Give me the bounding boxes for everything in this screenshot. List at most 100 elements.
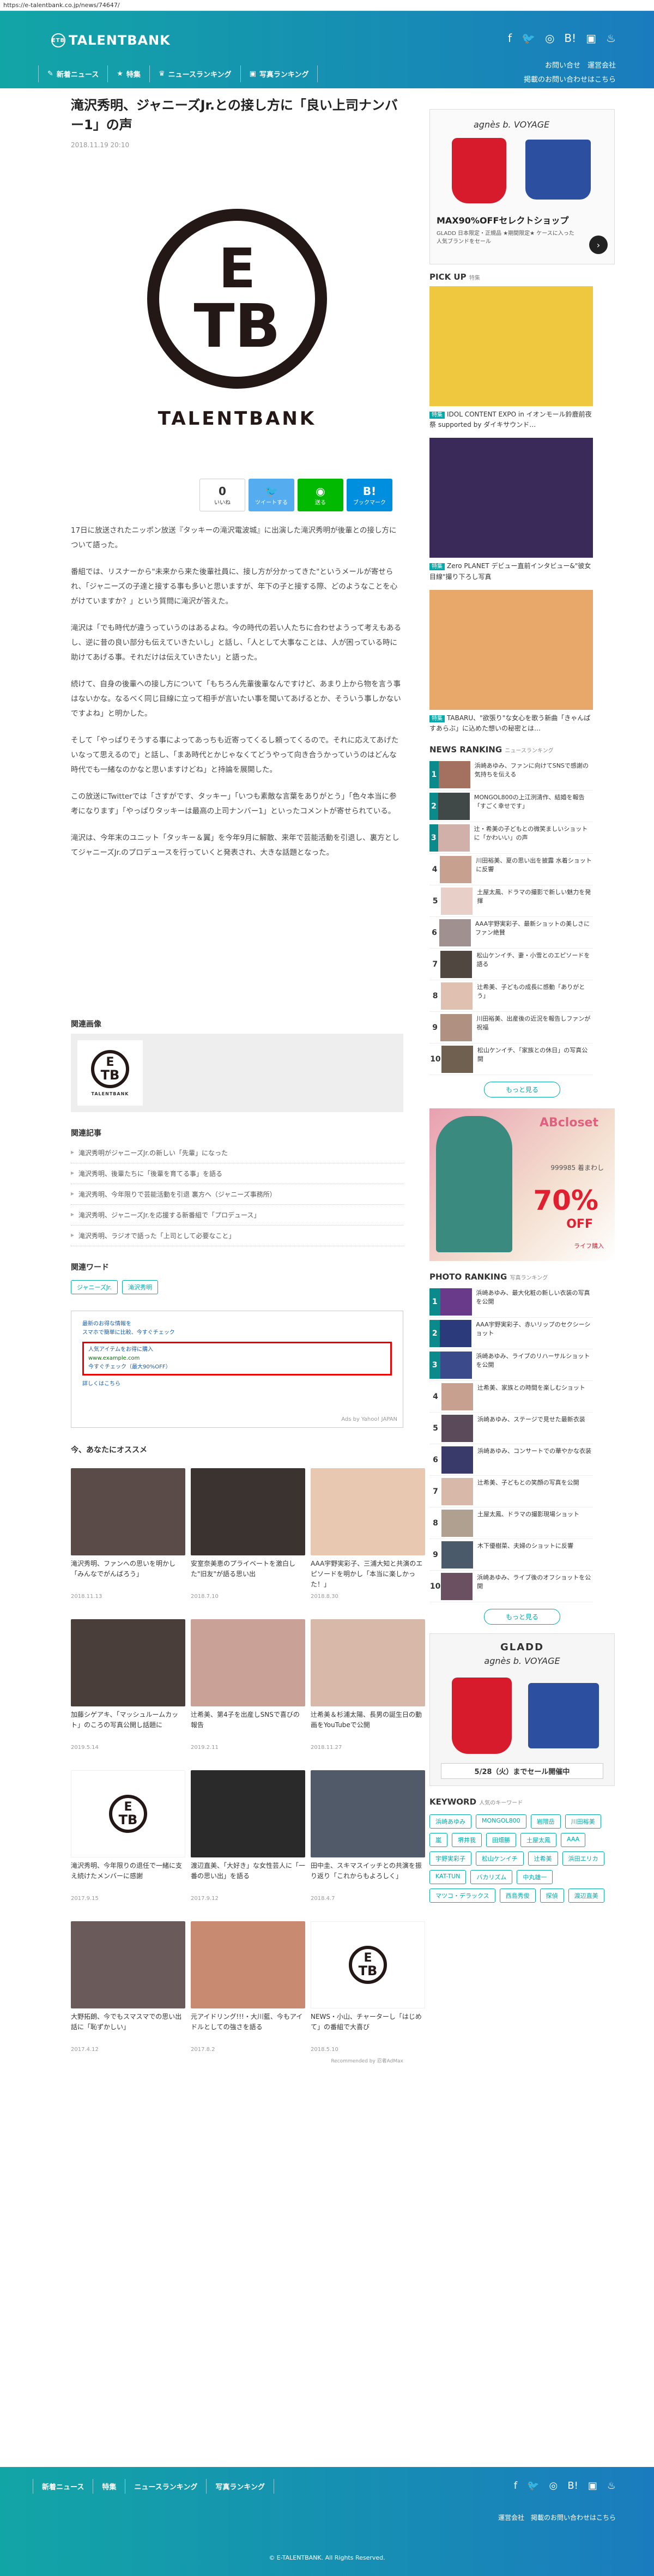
footer-links[interactable]: 運営会社 掲載のお問い合わせはこちら [498, 2513, 616, 2522]
ranking-item[interactable]: 9 木下優樹菜、夫婦のショットに反響 [429, 1539, 593, 1571]
keyword-tag[interactable]: 松山ケンイチ [476, 1851, 524, 1866]
recommend-title[interactable]: 田中圭、スキマスイッチとの共演を振り返り「これからもよろしく」 [311, 1861, 425, 1892]
recommend-title[interactable]: AAA宇野実彩子、三浦大知と共演のエピソードを明かし「本当に楽しかった！」 [311, 1559, 425, 1590]
contact-link[interactable]: お問い合せ [545, 62, 580, 70]
recommend-title[interactable]: 渡辺直美、「大好き」な女性芸人に「一番の思い出」を語る [191, 1861, 305, 1892]
ranking-item[interactable]: 7 辻希美、子どもとの笑顔の写真を公開 [429, 1476, 593, 1508]
recommend-title[interactable]: 安室奈美恵のプライベートを激白した"旧友"が語る思い出 [191, 1559, 305, 1590]
line-icon[interactable]: ▣ [586, 32, 596, 45]
nav-news-ranking[interactable]: ♛ ニュースランキング [150, 65, 241, 82]
recommend-title[interactable]: 滝沢秀明、今年限りの退任で一緒に支え続けたメンバーに感謝 [71, 1861, 185, 1892]
keyword-tag[interactable]: 嵐 [429, 1833, 447, 1848]
keyword-tag[interactable]: 川田裕美 [565, 1814, 601, 1829]
keyword-tag[interactable]: AAA [561, 1833, 586, 1848]
ranking-item[interactable]: 3 辻・希美の子どもとの微笑ましいショットに「かわいい」の声 [429, 822, 593, 854]
company-link[interactable]: 運営会社 [588, 62, 616, 70]
keyword-tag[interactable]: バカリズム [470, 1870, 513, 1885]
recommend-title[interactable]: 辻希美、第4子を出産しSNSで喜びの報告 [191, 1710, 305, 1741]
ranking-item[interactable]: 1 浜崎あゆみ、ファンに向けてSNSで感謝の気持ちを伝える [429, 759, 593, 791]
feedly-icon[interactable]: ♨ [606, 32, 616, 45]
recommend-title[interactable]: 加藤シゲアキ、「マッシュルームカット」のころの写真公開し話題に [71, 1710, 185, 1741]
ranking-item[interactable]: 6 浜崎あゆみ、コンサートでの華やかな衣装 [429, 1444, 593, 1476]
recommend-card[interactable]: 元アイドリング!!!・大川藍、今もアイドルとしての強さを語る 2017.8.2 [191, 1921, 305, 2053]
ranking-item[interactable]: 1 浜崎あゆみ、最大化粧の新しい衣装の写真を公開 [429, 1286, 593, 1318]
keyword-tag[interactable]: MONGOL800 [476, 1814, 526, 1829]
recommend-card[interactable]: 辻希美、第4子を出産しSNSで喜びの報告 2019.2.11 [191, 1619, 305, 1751]
line-icon[interactable]: ▣ [588, 2480, 597, 2491]
keyword-tag[interactable]: KAT-TUN [429, 1870, 467, 1885]
ad-line[interactable]: 最新のお得な情報を [82, 1320, 392, 1329]
twitter-icon[interactable]: 🐦 [522, 32, 535, 45]
sidebar-top-ad[interactable]: agnès b. VOYAGE MAX90%OFFセレクトショップ GLADD … [429, 109, 615, 264]
facebook-icon[interactable]: f [514, 2480, 517, 2491]
ranking-item[interactable]: 2 MONGOL800の上江洌清作、結婚を報告「すごく幸せです」 [429, 791, 593, 823]
ads-by-label[interactable]: Ads by Yahoo! JAPAN [341, 1415, 397, 1424]
nav-new-news[interactable]: ✎ 新着ニュース [38, 65, 108, 82]
chevron-right-icon[interactable]: › [589, 236, 608, 254]
recommend-title[interactable]: 大野拓朗、今でもスマスマでの思い出話に「恥ずかしい」 [71, 2012, 185, 2043]
recommend-provider[interactable]: Recommended by 忍者AdMax [71, 2057, 403, 2064]
nav-photo-ranking[interactable]: ▣ 写真ランキング [241, 65, 318, 82]
hatena-bookmark-button[interactable]: B! ブックマーク [347, 479, 392, 511]
nav-feature[interactable]: ★ 特集 [108, 65, 150, 82]
keyword-tag[interactable]: 渡辺直美 [568, 1889, 604, 1903]
keyword-tag[interactable]: 西島秀俊 [499, 1889, 536, 1903]
footer-nav-new-news[interactable]: 新着ニュース [33, 2479, 94, 2494]
footer-nav-feature[interactable]: 特集 [93, 2479, 126, 2494]
ranking-item[interactable]: 9 川田裕美、出産後の近況を報告しファンが祝福 [429, 1012, 593, 1044]
recommend-title[interactable]: NEWS・小山、チャーターし「はじめて」の番組で大喜び [311, 2012, 425, 2043]
keyword-tag[interactable]: 浜田エリカ [562, 1851, 604, 1866]
photo-ranking-more-button[interactable]: もっと見る [484, 1609, 560, 1625]
pickup-card[interactable]: 特集 TABARU、"欲張り"な女心を歌う新曲「きゃんぱすあらぶ」に込めた想いの秘… [429, 589, 593, 734]
twitter-icon[interactable]: 🐦 [527, 2480, 539, 2491]
recommend-card[interactable]: 安室奈美恵のプライベートを激白した"旧友"が語る思い出 2018.7.10 [191, 1468, 305, 1600]
recommend-title[interactable]: 元アイドリング!!!・大川藍、今もアイドルとしての強さを語る [191, 2012, 305, 2043]
recommend-card[interactable]: 辻希美＆杉浦太陽、長男の誕生日の動画をYouTubeで公開 2018.11.27 [311, 1619, 425, 1751]
keyword-tag[interactable]: 土屋太鳳 [520, 1833, 556, 1848]
related-image-thumb[interactable]: E TB TALENTBANK [77, 1040, 143, 1106]
site-logo[interactable]: ETB TALENTBANK [51, 33, 171, 48]
keyword-tag[interactable]: 探偵 [540, 1889, 564, 1903]
tag-link[interactable]: ジャニーズJr. [71, 1280, 118, 1294]
ranking-item[interactable]: 3 浜崎あゆみ、ライブのリハーサルショットを公開 [429, 1349, 593, 1381]
keyword-tag[interactable]: 辻希美 [528, 1851, 558, 1866]
ranking-item[interactable]: 10 松山ケンイチ、「家族との休日」の写真公開 [429, 1043, 593, 1076]
keyword-tag[interactable]: 堺井我 [452, 1833, 482, 1848]
ranking-item[interactable]: 2 AAA宇野実彩子、赤いリップのセクシーショット [429, 1318, 593, 1350]
ranking-item[interactable]: 6 AAA宇野実彩子、最新ショットの美しさにファン絶賛 [429, 917, 593, 949]
url-bar[interactable]: https://e-talentbank.co.jp/news/74647/ [0, 0, 654, 11]
ranking-item[interactable]: 4 川田裕美、夏の思い出を披露 水着ショットに反響 [429, 854, 593, 886]
recommend-card[interactable]: 滝沢秀明、ファンへの思いを明かし「みんなでがんばろう」 2018.11.13 [71, 1468, 185, 1600]
related-news-item[interactable]: 滝沢秀明、ジャニーズJr.を応援する新番組で「プロデュース」 [71, 1205, 403, 1226]
facebook-icon[interactable]: f [508, 32, 512, 45]
abcloset-banner[interactable]: ABcloset 999985 着まわし 70% OFF ライフ購入 [429, 1108, 615, 1262]
ranking-item[interactable]: 10 浜崎あゆみ、ライブ後のオフショットを公開 [429, 1571, 593, 1603]
recommend-card[interactable]: 田中圭、スキマスイッチとの共演を振り返り「これからもよろしく」 2018.4.7 [311, 1770, 425, 1902]
related-news-item[interactable]: 滝沢秀明、今年限りで芸能活動を引退 裏方へ（ジャニーズ事務所） [71, 1184, 403, 1205]
keyword-tag[interactable]: 田畑勝 [486, 1833, 516, 1848]
gladd-ad[interactable]: GLADD agnès b. VOYAGE 5/28（火）までセール開催中 [429, 1633, 615, 1787]
related-news-item[interactable]: 滝沢秀明、後輩たちに「後輩を育てる事」を語る [71, 1163, 403, 1184]
recommend-card[interactable]: 加藤シゲアキ、「マッシュルームカット」のころの写真公開し話題に 2019.5.14 [71, 1619, 185, 1751]
ad-highlight[interactable]: 人気アイテムをお得に購入 www.example.com 今すぐチェック（最大9… [82, 1342, 392, 1376]
recommend-card[interactable]: 渡辺直美、「大好き」な女性芸人に「一番の思い出」を語る 2017.9.12 [191, 1770, 305, 1902]
ranking-item[interactable]: 7 松山ケンイチ、妻・小雪とのエピソードを語る [429, 949, 593, 981]
ranking-item[interactable]: 5 土屋太鳳、ドラマの撮影で新しい魅力を発揮 [429, 885, 593, 918]
keyword-tag[interactable]: 岩隈岳 [530, 1814, 561, 1829]
recommend-title[interactable]: 辻希美＆杉浦太陽、長男の誕生日の動画をYouTubeで公開 [311, 1710, 425, 1741]
facebook-like-button[interactable]: 0 いいね [199, 479, 245, 511]
news-ranking-more-button[interactable]: もっと見る [484, 1082, 560, 1098]
footer-nav-photo-ranking[interactable]: 写真ランキング [207, 2479, 274, 2494]
ad-line[interactable]: スマホで簡単に比較、今すぐチェック [82, 1329, 392, 1337]
pickup-card[interactable]: 特集 Zero PLANET デビュー直前インタビュー&"彼女目線"撮り下ろし写真 [429, 438, 593, 582]
ad-footer-link[interactable]: 詳しくはこちら [82, 1380, 392, 1389]
ranking-item[interactable]: 8 辻希美、子どもの成長に感動「ありがとう」 [429, 980, 593, 1012]
keyword-tag[interactable]: 中丸雄一 [517, 1870, 553, 1885]
related-news-item[interactable]: 滝沢秀明、ラジオで語った「上司として必要なこと」 [71, 1226, 403, 1246]
ranking-item[interactable]: 8 土屋太鳳、ドラマの撮影現場ショット [429, 1507, 593, 1540]
hatena-icon[interactable]: B! [564, 32, 576, 45]
recommend-card[interactable]: E TB NEWS・小山、チャーターし「はじめて」の番組で大喜び 2018.5.10 [311, 1921, 425, 2053]
keyword-tag[interactable]: 宇野実彩子 [429, 1851, 471, 1866]
feedly-icon[interactable]: ♨ [607, 2480, 616, 2491]
ranking-item[interactable]: 5 浜崎あゆみ、ステージで見せた最新衣装 [429, 1413, 593, 1445]
